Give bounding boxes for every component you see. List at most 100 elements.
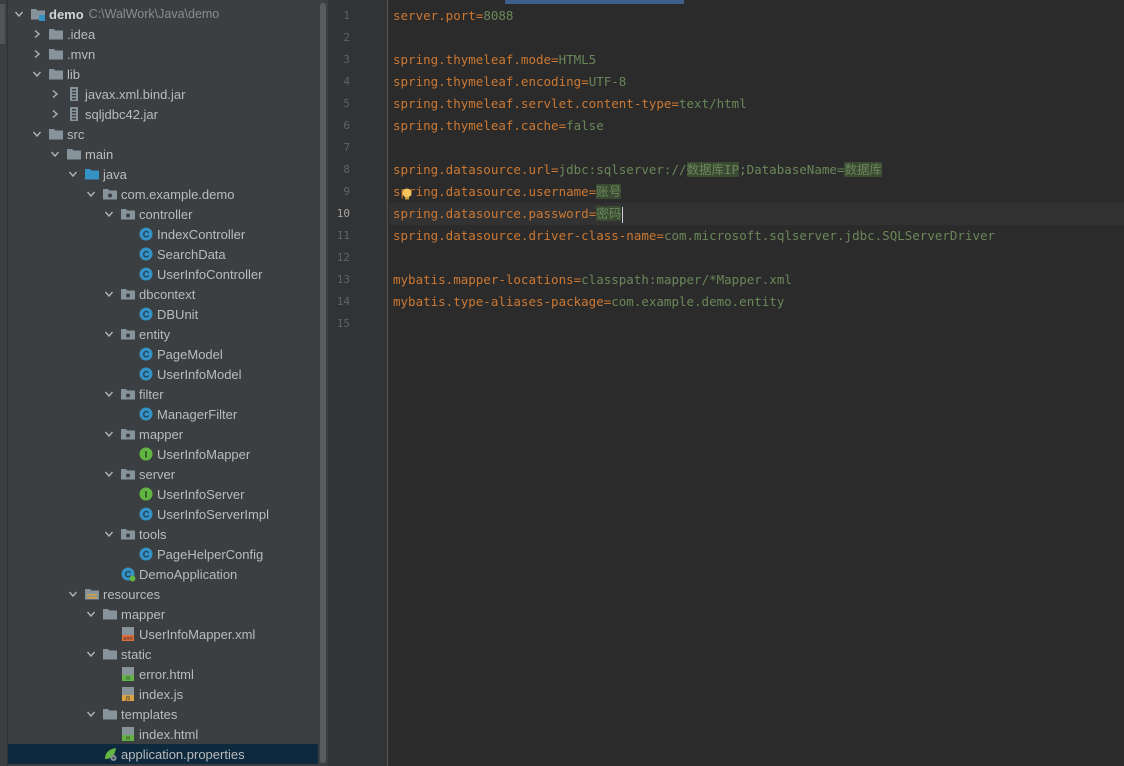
tree-item[interactable]: filter [8, 384, 318, 404]
code-line[interactable] [389, 137, 1124, 159]
chevron-down-icon[interactable] [102, 527, 116, 541]
tree-item[interactable]: dbcontext [8, 284, 318, 304]
chevron-down-icon[interactable] [102, 287, 116, 301]
code-line[interactable]: mybatis.mapper-locations=classpath:mappe… [389, 269, 1124, 291]
tree-item[interactable]: src [8, 124, 318, 144]
code-line[interactable]: spring.datasource.password=密码 [389, 203, 1124, 225]
tree-item[interactable]: Hindex.html [8, 724, 318, 744]
tree-item[interactable]: C SearchData [8, 244, 318, 264]
tree-item[interactable]: C DBUnit [8, 304, 318, 324]
tree-item[interactable]: mapper [8, 424, 318, 444]
tree-item[interactable]: C DemoApplication [8, 564, 318, 584]
tree-item[interactable]: application.properties [8, 744, 318, 764]
chevron-down-icon[interactable] [84, 607, 98, 621]
spring-class-icon: C [120, 566, 136, 582]
class-icon: C [138, 226, 154, 242]
chevron-down-icon[interactable] [66, 587, 80, 601]
editor-tab-indicator [505, 0, 684, 4]
code-line[interactable]: spring.datasource.username=账号 [389, 181, 1124, 203]
code-line[interactable]: spring.thymeleaf.servlet.content-type=te… [389, 93, 1124, 115]
code-line[interactable] [389, 247, 1124, 269]
chevron-right-icon[interactable] [48, 107, 62, 121]
tree-item[interactable]: resources [8, 584, 318, 604]
property-value: false [566, 118, 604, 133]
tree-item[interactable]: I UserInfoMapper [8, 444, 318, 464]
code-line[interactable]: mybatis.type-aliases-package=com.example… [389, 291, 1124, 313]
chevron-right-icon[interactable] [30, 27, 44, 41]
tree-item[interactable]: entity [8, 324, 318, 344]
svg-text:C: C [143, 510, 150, 520]
chevron-down-icon[interactable] [30, 127, 44, 141]
line-number: 15 [336, 317, 350, 330]
chevron-down-icon[interactable] [102, 387, 116, 401]
tree-item[interactable]: JS index.js [8, 684, 318, 704]
tree-item[interactable]: C IndexController [8, 224, 318, 244]
chevron-down-icon[interactable] [102, 327, 116, 341]
tree-item[interactable]: C ManagerFilter [8, 404, 318, 424]
class-icon: C [138, 546, 154, 562]
tree-item-label: sqljdbc42.jar [85, 106, 158, 122]
tree-item[interactable]: I UserInfoServer [8, 484, 318, 504]
package-icon [120, 326, 136, 342]
tree-item[interactable]: sqljdbc42.jar [8, 104, 318, 124]
tree-item[interactable]: C PageHelperConfig [8, 544, 318, 564]
tree-item[interactable]: controller [8, 204, 318, 224]
chevron-down-icon[interactable] [102, 427, 116, 441]
tree-item-label: src [67, 126, 85, 142]
tree-item[interactable]: lib [8, 64, 318, 84]
chevron-down-icon[interactable] [84, 707, 98, 721]
tree-item[interactable]: server [8, 464, 318, 484]
tree-item[interactable]: C PageModel [8, 344, 318, 364]
project-tree[interactable]: demo C:\WalWork\Java\demo .idea .mvn lib java… [8, 0, 318, 766]
code-line[interactable]: server.port=8088 [389, 5, 1124, 27]
property-value: classpath:mapper/*Mapper.xml [581, 272, 792, 287]
chevron-right-icon[interactable] [30, 47, 44, 61]
tree-item[interactable]: xml UserInfoMapper.xml [8, 624, 318, 644]
project-tree-scrollbar[interactable] [318, 0, 328, 766]
code-line[interactable] [389, 27, 1124, 49]
chevron-down-icon[interactable] [102, 207, 116, 221]
tree-item[interactable]: java [8, 164, 318, 184]
tree-item[interactable]: .mvn [8, 44, 318, 64]
tree-item[interactable]: C UserInfoController [8, 264, 318, 284]
tree-item[interactable]: javax.xml.bind.jar [8, 84, 318, 104]
tree-item-label: PageModel [157, 346, 223, 362]
code-line[interactable]: spring.datasource.driver-class-name=com.… [389, 225, 1124, 247]
project-tool-tab[interactable] [0, 4, 5, 44]
chevron-down-icon[interactable] [30, 67, 44, 81]
chevron-down-icon[interactable] [66, 167, 80, 181]
tree-item[interactable]: .idea [8, 24, 318, 44]
tree-item-label: filter [139, 386, 164, 402]
project-path: C:\WalWork\Java\demo [88, 7, 220, 21]
tree-item[interactable]: mapper [8, 604, 318, 624]
tree-item[interactable]: Herror.html [8, 664, 318, 684]
tree-item[interactable]: demo C:\WalWork\Java\demo [8, 4, 318, 24]
code-line[interactable] [389, 313, 1124, 335]
svg-text:H: H [126, 676, 130, 682]
chevron-down-icon[interactable] [84, 647, 98, 661]
tree-item[interactable]: static [8, 644, 318, 664]
tree-item[interactable]: main [8, 144, 318, 164]
chevron-down-icon[interactable] [12, 7, 26, 21]
html-file-icon: H [120, 726, 136, 742]
class-icon: C [138, 506, 154, 522]
class-icon: C [138, 246, 154, 262]
lightbulb-icon[interactable] [400, 187, 414, 201]
tree-item[interactable]: C UserInfoServerImpl [8, 504, 318, 524]
code-line[interactable]: spring.thymeleaf.cache=false [389, 115, 1124, 137]
tree-item[interactable]: templates [8, 704, 318, 724]
chevron-down-icon[interactable] [48, 147, 62, 161]
code-editor[interactable]: server.port=8088 spring.thymeleaf.mode=HT… [389, 0, 1124, 766]
chevron-down-icon[interactable] [84, 187, 98, 201]
tree-item[interactable]: tools [8, 524, 318, 544]
tree-item[interactable]: C UserInfoModel [8, 364, 318, 384]
code-line[interactable]: spring.thymeleaf.encoding=UTF-8 [389, 71, 1124, 93]
folder-icon [48, 46, 64, 62]
chevron-right-icon[interactable] [48, 87, 62, 101]
chevron-down-icon[interactable] [102, 467, 116, 481]
code-line[interactable]: spring.datasource.url=jdbc:sqlserver://数… [389, 159, 1124, 181]
scrollbar-thumb[interactable] [320, 3, 326, 763]
tree-item[interactable]: com.example.demo [8, 184, 318, 204]
code-line[interactable]: spring.thymeleaf.mode=HTML5 [389, 49, 1124, 71]
